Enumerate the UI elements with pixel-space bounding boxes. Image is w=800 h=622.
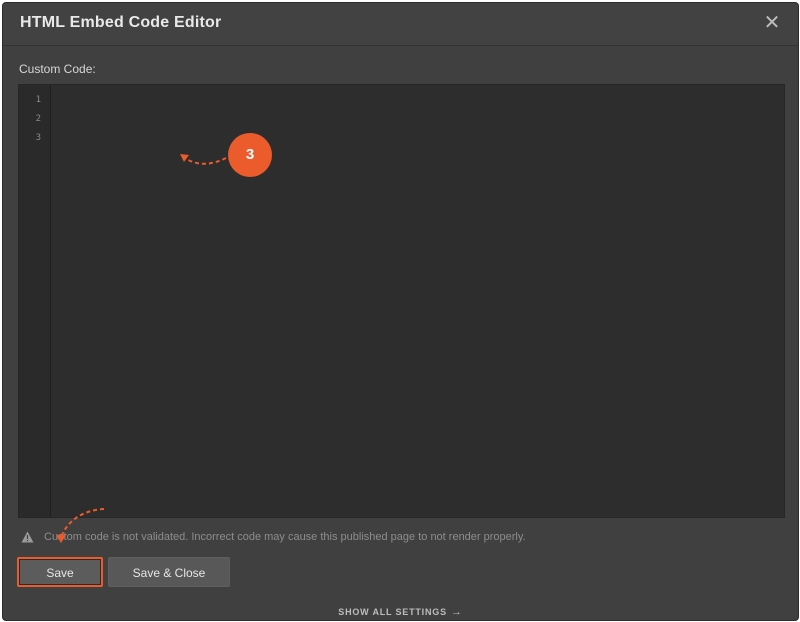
warning-text: Custom code is not validated. Incorrect …: [44, 531, 526, 543]
arrow-right-icon: →: [450, 606, 463, 618]
code-editor: 1 2 3: [18, 84, 785, 518]
line-number: 3: [35, 133, 41, 143]
validation-warning: Custom code is not validated. Incorrect …: [21, 530, 526, 544]
step-badge: 3: [228, 133, 272, 177]
show-all-settings-label: SHOW ALL SETTINGS: [338, 607, 447, 617]
line-number-gutter: 1 2 3: [19, 85, 51, 517]
custom-code-label: Custom Code:: [19, 62, 96, 76]
save-button[interactable]: Save: [17, 557, 103, 587]
dialog-header: HTML Embed Code Editor ✕: [3, 3, 798, 46]
custom-code-input[interactable]: [51, 85, 784, 517]
dialog-title: HTML Embed Code Editor: [20, 14, 222, 31]
line-number: 1: [35, 95, 41, 105]
warning-triangle-icon: [21, 531, 34, 543]
line-number: 2: [35, 114, 41, 124]
close-icon[interactable]: ✕: [762, 13, 782, 33]
save-and-close-button[interactable]: Save & Close: [108, 557, 230, 587]
html-embed-dialog: HTML Embed Code Editor ✕ Custom Code: 1 …: [2, 2, 799, 621]
show-all-settings-link[interactable]: SHOW ALL SETTINGS →: [3, 606, 798, 618]
